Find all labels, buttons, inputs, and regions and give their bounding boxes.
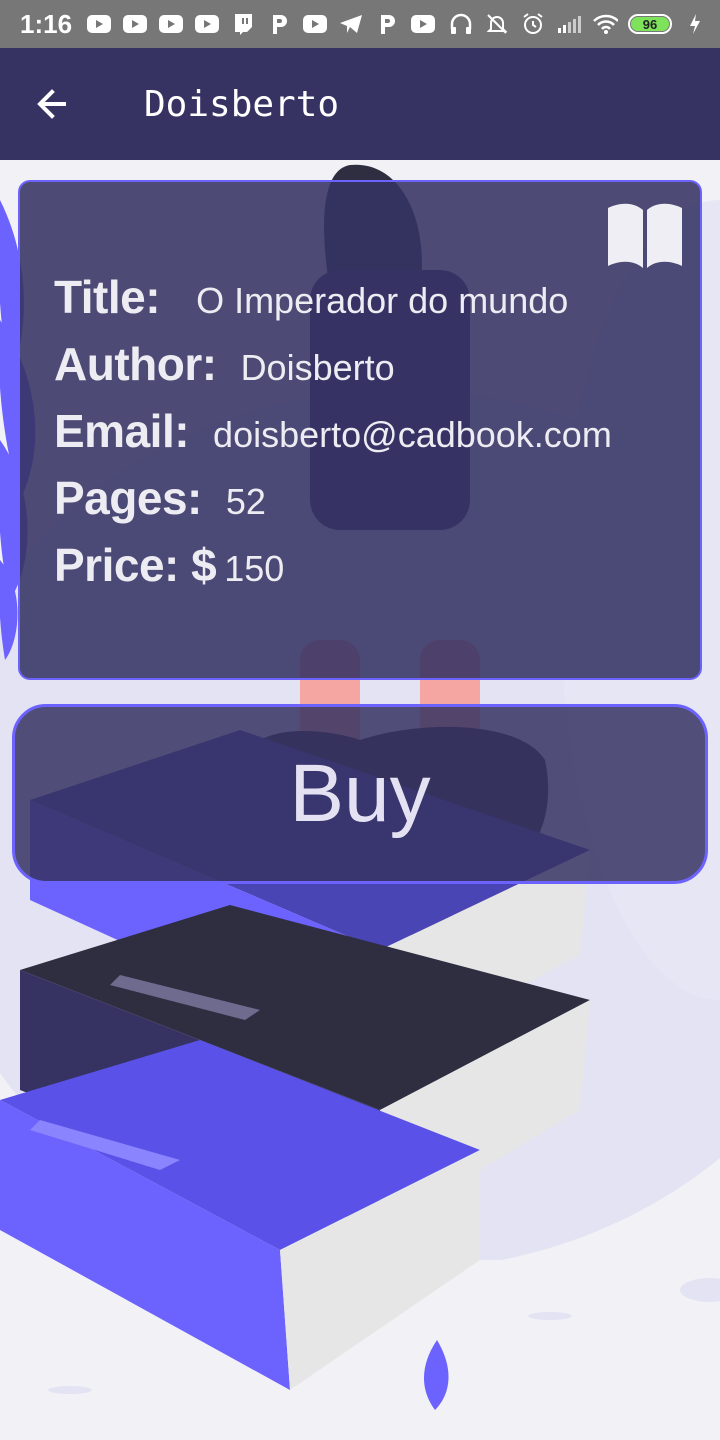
youtube-icon	[86, 13, 112, 35]
system-icons: 96	[448, 13, 708, 35]
title-value: O Imperador do mundo	[196, 280, 569, 321]
youtube-icon	[410, 13, 436, 35]
headphones-icon	[448, 13, 474, 35]
email-label: Email:	[54, 405, 190, 457]
pages-value: 52	[225, 481, 266, 522]
book-open-icon	[608, 203, 682, 268]
status-bar: 1:16 96	[0, 0, 720, 48]
app-bar: Doisberto	[0, 48, 720, 160]
author-label: Author:	[54, 338, 217, 390]
youtube-icon	[302, 13, 328, 35]
pages-label: Pages:	[54, 472, 202, 524]
battery-icon: 96	[628, 14, 672, 34]
price-row: Price: $ 150	[54, 538, 612, 605]
buy-button[interactable]: Buy	[12, 704, 708, 884]
youtube-icon	[158, 13, 184, 35]
author-row: Author: Doisberto	[54, 337, 612, 404]
youtube-icon	[122, 13, 148, 35]
telegram-icon	[338, 13, 364, 35]
twitch-icon	[230, 13, 256, 35]
signal-icon	[556, 13, 582, 35]
price-value: 150	[224, 548, 285, 589]
status-time: 1:16	[20, 8, 73, 39]
alarm-icon	[520, 13, 546, 35]
p-icon	[374, 13, 400, 35]
price-label: Price: $	[54, 539, 217, 591]
youtube-icon	[194, 13, 220, 35]
charging-icon	[682, 13, 708, 35]
pages-row: Pages: 52	[54, 471, 612, 538]
battery-level: 96	[631, 17, 669, 32]
title-row: Title: O Imperador do mundo	[54, 270, 612, 337]
book-info-card: Title: O Imperador do mundo Author: Dois…	[18, 180, 702, 680]
title-label: Title:	[54, 271, 161, 323]
book-details: Title: O Imperador do mundo Author: Dois…	[54, 270, 612, 605]
arrow-back-icon	[37, 89, 66, 119]
page-title: Doisberto	[144, 83, 340, 125]
mute-bell-icon	[484, 13, 510, 35]
author-value: Doisberto	[240, 347, 395, 388]
wifi-icon	[592, 13, 618, 35]
p-icon	[266, 13, 292, 35]
email-value: doisberto@cadbook.com	[213, 414, 612, 455]
notification-icons	[86, 13, 436, 35]
back-button[interactable]	[0, 48, 104, 160]
email-row: Email: doisberto@cadbook.com	[54, 404, 612, 471]
buy-button-label: Buy	[289, 748, 431, 839]
